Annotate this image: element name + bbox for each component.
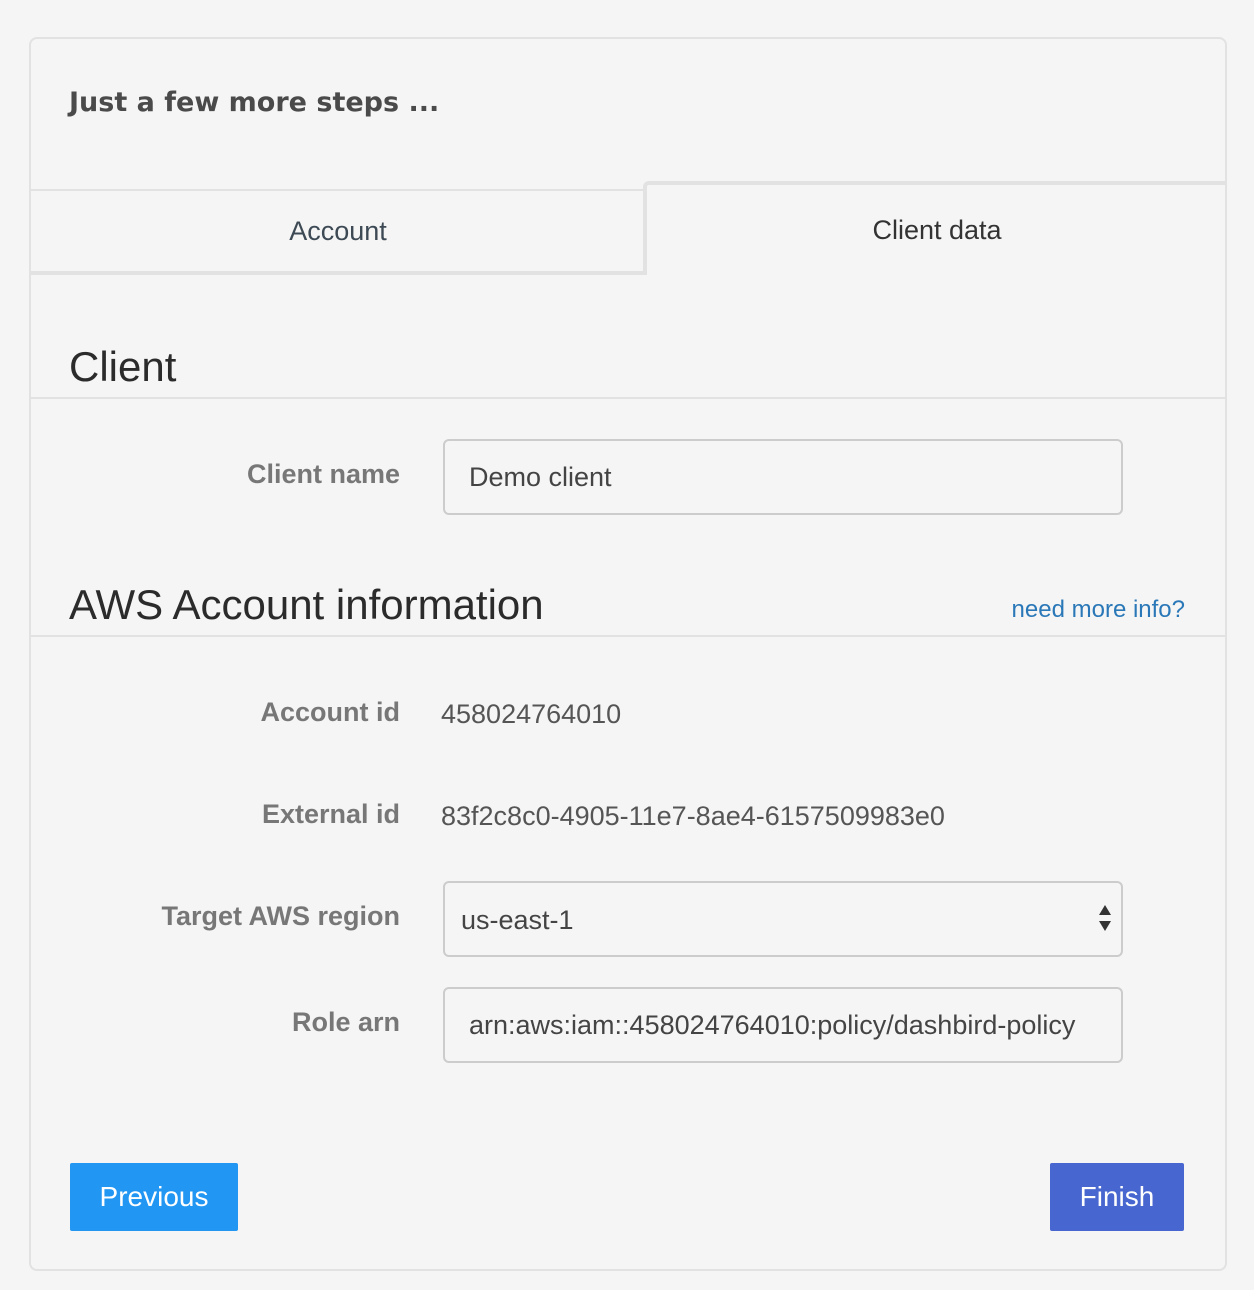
aws-section-heading: AWS Account information (69, 581, 544, 628)
wizard-tabs: Account Client data (31, 181, 1227, 277)
target-region-selected-value: us-east-1 (461, 905, 574, 935)
role-arn-label: Role arn (291, 1007, 400, 1037)
wizard-title: Just a few more steps ... (69, 87, 440, 118)
finish-button[interactable]: Finish (1050, 1163, 1184, 1231)
tab-client-data[interactable]: Client data (643, 181, 1227, 275)
external-id-value: 83f2c8c0-4905-11e7-8ae4-6157509983e0 (441, 801, 945, 831)
need-more-info-link[interactable]: need more info? (1012, 596, 1185, 624)
tab-account[interactable]: Account (31, 189, 645, 275)
select-arrows-icon (1099, 905, 1111, 931)
target-region-label: Target AWS region (161, 901, 400, 931)
previous-button[interactable]: Previous (70, 1163, 238, 1231)
account-id-label: Account id (260, 697, 401, 727)
section-divider (31, 635, 1227, 637)
client-section-heading: Client (69, 343, 177, 390)
account-id-value: 458024764010 (441, 699, 622, 729)
section-divider (31, 397, 1227, 399)
role-arn-input[interactable] (443, 987, 1123, 1063)
client-name-input[interactable] (443, 439, 1123, 515)
wizard-card: Just a few more steps ... Account Client… (29, 37, 1227, 1271)
external-id-label: External id (261, 799, 400, 829)
target-region-select[interactable]: us-east-1 (443, 881, 1123, 957)
client-name-label: Client name (246, 459, 400, 489)
